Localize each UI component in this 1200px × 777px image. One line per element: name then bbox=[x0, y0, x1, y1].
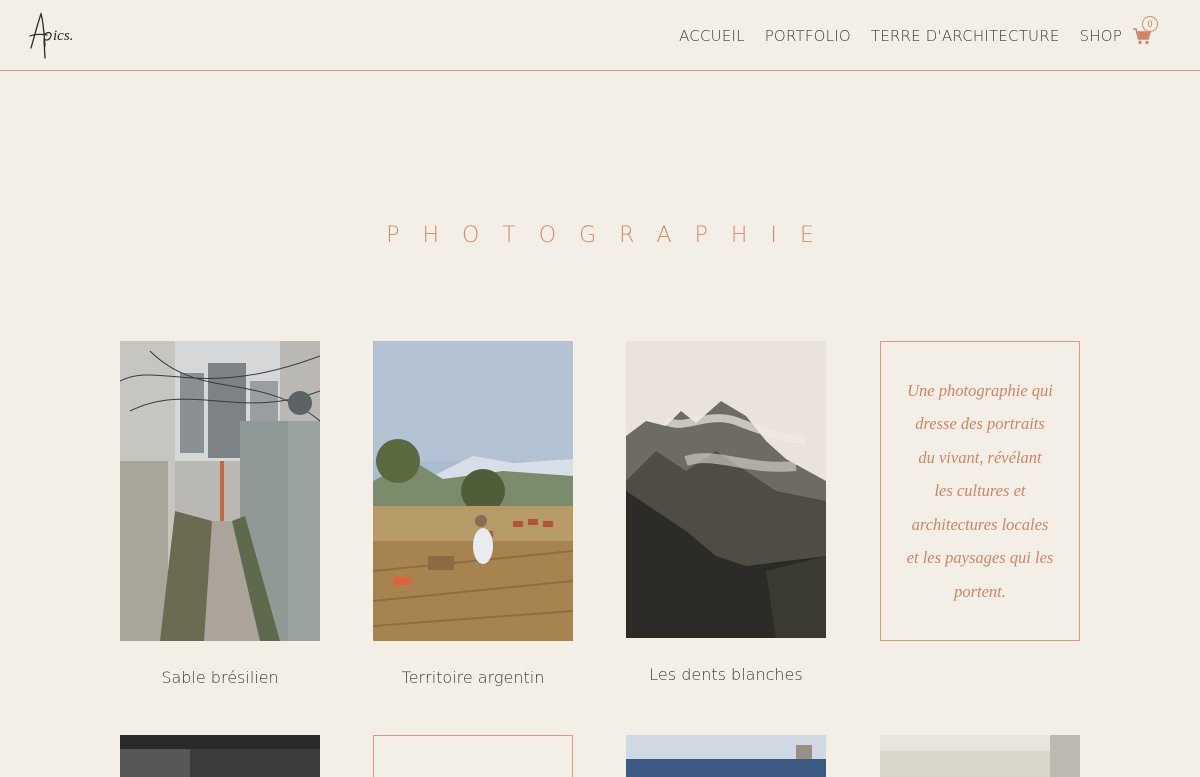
description-box: Une photographie qui dresse des portrait… bbox=[880, 341, 1080, 641]
cart-count-badge: 0 bbox=[1142, 16, 1158, 32]
description-box-row2 bbox=[373, 735, 573, 777]
gallery-item-les-dents-blanches[interactable]: Les dents blanches bbox=[626, 341, 826, 691]
photo-row2-1[interactable] bbox=[120, 735, 320, 777]
nav-portfolio[interactable]: PORTFOLIO bbox=[765, 27, 851, 45]
photo-mountain[interactable] bbox=[626, 341, 826, 638]
description-text-row2 bbox=[374, 736, 572, 766]
section-title: PHOTOGRAPHIE bbox=[386, 223, 837, 248]
caption[interactable]: Les dents blanches bbox=[626, 665, 826, 684]
photo-row2-4[interactable] bbox=[880, 735, 1080, 777]
gallery-item-territoire-argentin[interactable]: Territoire argentin bbox=[373, 341, 573, 691]
page: ics. ACCUEIL PORTFOLIO TERRE D'ARCHITECT… bbox=[0, 0, 1200, 777]
nav-shop[interactable]: SHOP bbox=[1080, 27, 1122, 45]
logo-mark: ics. bbox=[29, 12, 73, 59]
gallery-item-sable-bresilien[interactable]: Sable brésilien bbox=[120, 341, 320, 691]
photo-alley[interactable] bbox=[120, 341, 320, 641]
main-nav: ACCUEIL PORTFOLIO TERRE D'ARCHITECTURE S… bbox=[659, 16, 1158, 48]
caption[interactable]: Territoire argentin bbox=[373, 668, 573, 687]
photo-row2-3[interactable] bbox=[626, 735, 826, 777]
nav-terre-d-architecture[interactable]: TERRE D'ARCHITECTURE bbox=[871, 27, 1060, 45]
caption[interactable]: Sable brésilien bbox=[120, 668, 320, 687]
svg-text:ics.: ics. bbox=[53, 28, 73, 44]
brand-logo[interactable]: ics. bbox=[27, 10, 89, 60]
nav-accueil[interactable]: ACCUEIL bbox=[679, 27, 745, 45]
photo-field[interactable] bbox=[373, 341, 573, 641]
site-header: ics. ACCUEIL PORTFOLIO TERRE D'ARCHITECT… bbox=[0, 0, 1200, 71]
description-text: Une photographie qui dresse des portrait… bbox=[906, 380, 1054, 601]
cart-button[interactable]: 0 bbox=[1132, 16, 1158, 48]
